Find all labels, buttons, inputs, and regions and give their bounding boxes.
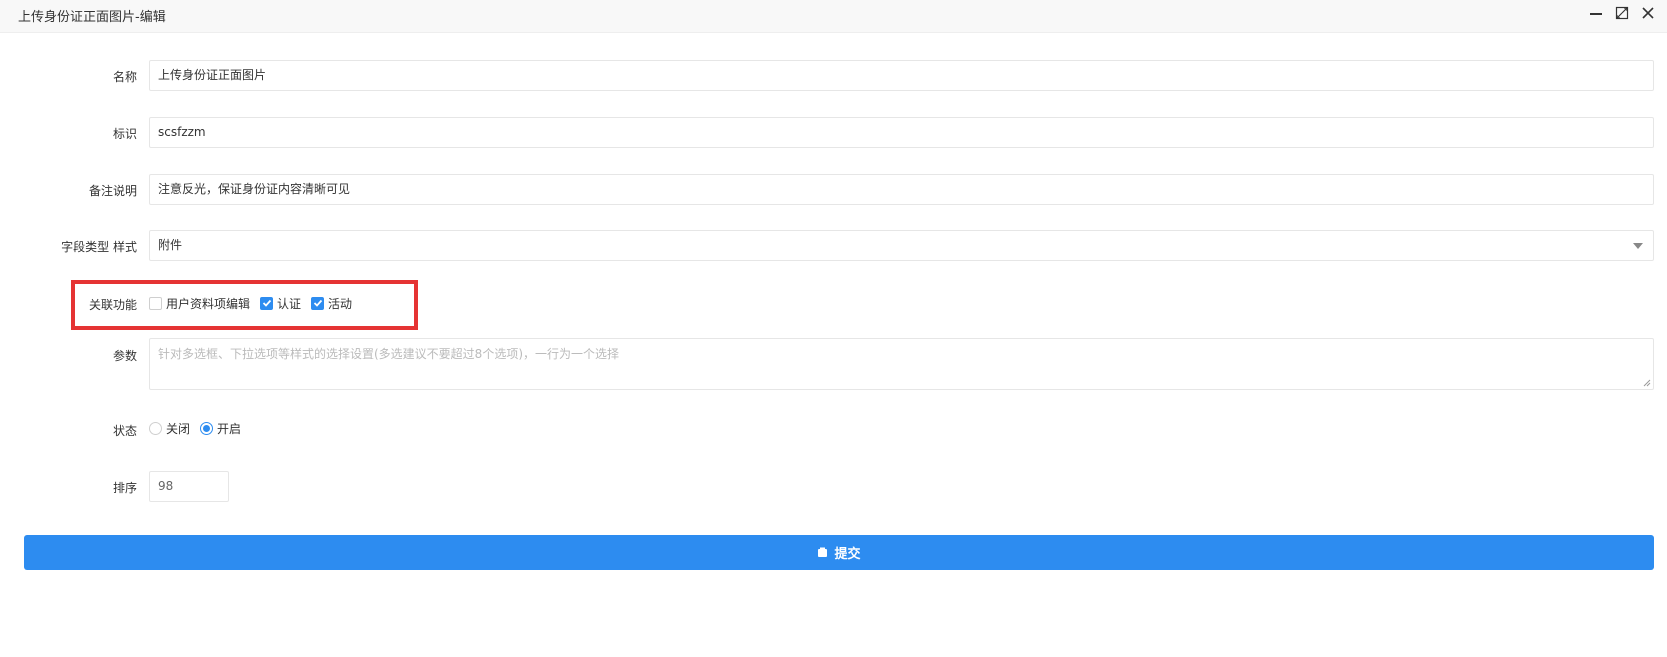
- remark-input[interactable]: 注意反光，保证身份证内容清晰可见: [149, 174, 1654, 205]
- maximize-icon[interactable]: [1615, 6, 1629, 20]
- field-type-value: 附件: [158, 238, 183, 252]
- identifier-label: 标识: [112, 127, 137, 141]
- status-radio-group: 关闭 开启: [149, 420, 241, 437]
- checkbox-checked-icon: [260, 296, 274, 310]
- name-input[interactable]: 上传身份证正面图片: [149, 60, 1654, 91]
- sort-input[interactable]: 98: [149, 471, 229, 502]
- field-type-select[interactable]: 附件: [149, 230, 1654, 261]
- params-label: 参数: [112, 349, 137, 363]
- params-textarea[interactable]: 针对多选框、下拉选项等样式的选择设置(多选建议不要超过8个选项)，一行为一个选择: [149, 338, 1654, 390]
- remark-label: 备注说明: [88, 184, 137, 198]
- checkbox-user-profile-edit[interactable]: 用户资料项编辑: [149, 295, 250, 312]
- resize-grip-icon[interactable]: [1643, 379, 1651, 387]
- checkbox-label: 活动: [328, 296, 353, 311]
- window-controls: [1589, 6, 1655, 20]
- radio-label: 关闭: [166, 422, 191, 436]
- checkbox-verification[interactable]: 认证: [260, 295, 301, 312]
- sort-label: 排序: [112, 481, 137, 495]
- related-label: 关联功能: [88, 298, 137, 312]
- identifier-input[interactable]: scsfzzm: [149, 117, 1654, 148]
- close-icon[interactable]: [1641, 6, 1655, 20]
- field-type-label: 字段类型 样式: [61, 240, 137, 254]
- related-checkbox-group: 用户资料项编辑 认证 活动: [149, 293, 352, 313]
- checkbox-unchecked-icon: [149, 296, 162, 310]
- submit-label: 提交: [834, 547, 861, 562]
- save-icon: [818, 547, 828, 557]
- submit-button[interactable]: 提交: [24, 535, 1654, 570]
- name-label: 名称: [112, 70, 137, 84]
- radio-off[interactable]: 关闭: [149, 420, 190, 437]
- radio-selected-icon: [200, 422, 214, 435]
- chevron-down-icon: [1633, 243, 1643, 249]
- radio-label: 开启: [217, 422, 242, 436]
- checkbox-label: 认证: [277, 296, 302, 311]
- minimize-icon[interactable]: [1589, 6, 1603, 20]
- radio-on[interactable]: 开启: [200, 420, 241, 437]
- checkbox-checked-icon: [311, 296, 325, 310]
- checkbox-activity[interactable]: 活动: [311, 295, 352, 312]
- status-label: 状态: [112, 424, 137, 438]
- dialog-titlebar: 上传身份证正面图片-编辑: [0, 0, 1667, 33]
- params-placeholder: 针对多选框、下拉选项等样式的选择设置(多选建议不要超过8个选项)，一行为一个选择: [158, 347, 620, 361]
- radio-unselected-icon: [149, 422, 162, 435]
- checkbox-label: 用户资料项编辑: [166, 296, 251, 311]
- dialog-title: 上传身份证正面图片-编辑: [18, 10, 166, 25]
